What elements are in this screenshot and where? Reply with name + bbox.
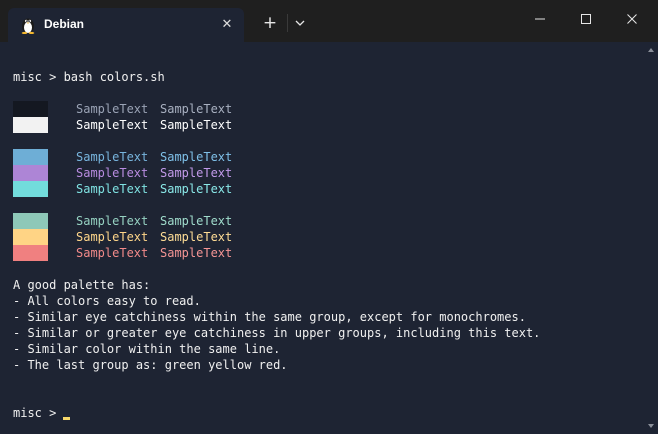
terminal-window: Debian ✕ + misc > bash colors.sh SampleT…: [0, 0, 658, 434]
sample-text-normal: SampleText: [76, 230, 149, 244]
minimize-button[interactable]: [518, 4, 562, 34]
minimize-icon: [535, 18, 545, 20]
new-tab-button[interactable]: +: [259, 12, 281, 34]
text-cursor: [63, 417, 70, 420]
notes-heading: A good palette has:: [13, 278, 151, 292]
sample-text-normal: SampleText: [76, 118, 149, 132]
color-swatch: [13, 149, 48, 165]
tux-linux-icon: [21, 18, 35, 34]
command-line: misc > bash colors.sh: [13, 70, 165, 84]
color-swatch: [13, 213, 48, 229]
sample-text-bright: SampleText: [160, 182, 233, 196]
maximize-button[interactable]: [564, 4, 608, 34]
sample-text-bright: SampleText: [160, 118, 233, 132]
sample-text-normal: SampleText: [76, 150, 149, 164]
maximize-icon: [581, 14, 591, 24]
sample-text-bright: SampleText: [160, 246, 233, 260]
scroll-down-icon[interactable]: [648, 424, 654, 428]
sample-text-bright: SampleText: [160, 166, 233, 180]
notes-item: - The last group as: green yellow red.: [13, 358, 288, 372]
color-swatch: [13, 229, 48, 245]
prompt-line[interactable]: misc >: [13, 405, 64, 421]
tab-close-icon[interactable]: ✕: [218, 16, 236, 34]
tab-divider: [287, 14, 288, 32]
sample-text-normal: SampleText: [76, 102, 149, 116]
tab-title: Debian: [44, 17, 85, 31]
notes-item: - Similar color within the same line.: [13, 342, 281, 356]
tab-dropdown-button[interactable]: [291, 14, 309, 32]
scrollbar[interactable]: [642, 42, 658, 434]
scroll-up-icon[interactable]: [648, 48, 654, 52]
color-swatch: [13, 181, 48, 197]
color-swatch: [13, 245, 48, 261]
notes-item: - Similar or greater eye catchiness in u…: [13, 326, 541, 340]
notes-item: - All colors easy to read.: [13, 294, 201, 308]
sample-text-normal: SampleText: [76, 246, 149, 260]
color-swatch: [13, 117, 48, 133]
sample-text-bright: SampleText: [160, 102, 233, 116]
close-icon: [627, 14, 637, 24]
sample-text-normal: SampleText: [76, 166, 149, 180]
chevron-down-icon: [295, 20, 305, 26]
close-window-button[interactable]: [610, 4, 654, 34]
sample-text-bright: SampleText: [160, 150, 233, 164]
sample-text-normal: SampleText: [76, 214, 149, 228]
color-swatch: [13, 165, 48, 181]
color-swatch: [13, 101, 48, 117]
terminal-output[interactable]: misc > bash colors.sh SampleText SampleTe…: [0, 42, 642, 434]
notes-item: - Similar eye catchiness within the same…: [13, 310, 526, 324]
sample-text-bright: SampleText: [160, 214, 233, 228]
sample-text-bright: SampleText: [160, 230, 233, 244]
title-bar[interactable]: Debian ✕ +: [0, 0, 658, 42]
tab-debian[interactable]: Debian ✕: [8, 8, 244, 42]
sample-text-normal: SampleText: [76, 182, 149, 196]
